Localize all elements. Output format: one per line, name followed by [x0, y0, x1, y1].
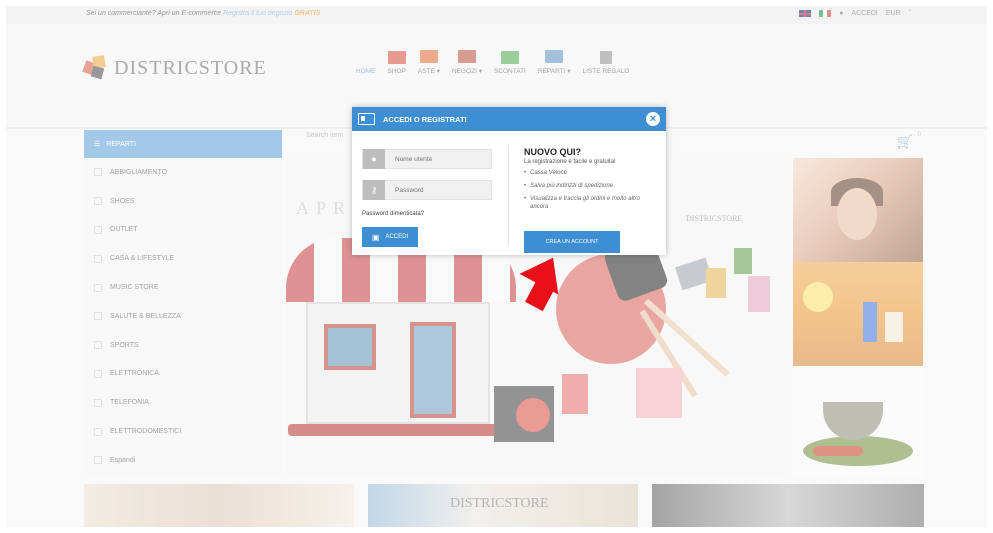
- modal-overlay[interactable]: [6, 6, 987, 527]
- new-user-heading: NUOVO QUI?: [524, 147, 582, 157]
- lock-icon: ▣: [371, 232, 380, 242]
- username-input[interactable]: [385, 155, 485, 163]
- forgot-password-link[interactable]: Password dimenticata?: [362, 211, 424, 217]
- username-field[interactable]: ●: [362, 149, 492, 169]
- password-input[interactable]: [385, 186, 485, 194]
- password-field[interactable]: ⚷: [362, 180, 492, 200]
- key-icon: ⚷: [363, 180, 385, 200]
- login-button[interactable]: ▣ ACCEDI: [362, 227, 418, 247]
- login-register-modal: ACCEDI O REGISTRATI × ● ⚷ Password dimen…: [352, 107, 666, 255]
- login-button-label: ACCEDI: [385, 234, 409, 240]
- benefit-item: Visualizza e traccia gli ordini e molto …: [524, 195, 654, 211]
- page: Sei un commerciante? Apri un E-commerce …: [6, 6, 987, 527]
- user-icon: ●: [363, 149, 385, 169]
- benefit-item: Cassa Veloce: [524, 169, 654, 177]
- modal-body: ● ⚷ Password dimenticata? ▣ ACCEDI NUOVO…: [352, 131, 666, 255]
- benefits-list: Cassa Veloce Salva più indirizzi di sped…: [524, 169, 654, 216]
- close-icon[interactable]: ×: [646, 112, 660, 126]
- id-card-icon: [358, 113, 375, 125]
- modal-divider: [508, 145, 509, 245]
- new-user-subtitle: La registrazione è facile e gratuita!: [524, 159, 616, 165]
- modal-title: ACCEDI O REGISTRATI: [383, 114, 467, 124]
- modal-header: ACCEDI O REGISTRATI ×: [352, 107, 666, 131]
- create-account-button[interactable]: CREA UN ACCOUNT: [524, 231, 620, 253]
- benefit-item: Salva più indirizzi di spedizione: [524, 182, 654, 190]
